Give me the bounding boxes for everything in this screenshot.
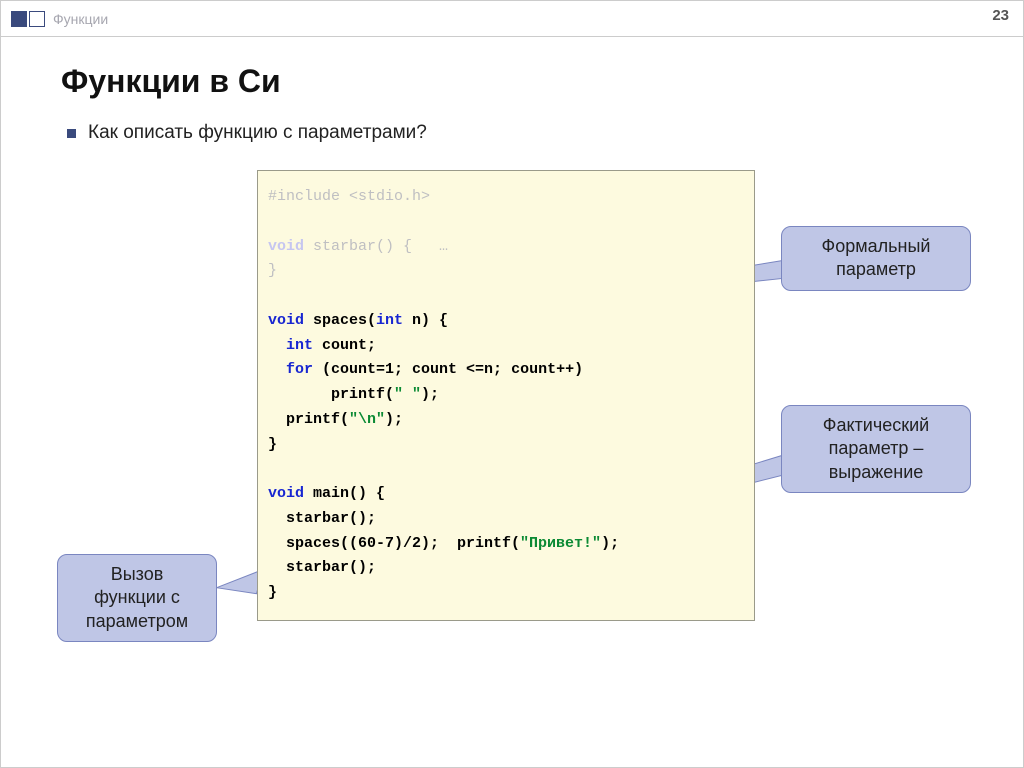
bullet-text: Как описать функцию с параметрами?: [88, 122, 427, 144]
callout-actual-param: Фактический параметр – выражение: [781, 405, 971, 493]
callout-formal-param: Формальный параметр: [781, 226, 971, 291]
code-block: #include <stdio.h> void starbar() { … } …: [257, 170, 755, 621]
bullet-item: Как описать функцию с параметрами?: [67, 122, 999, 144]
section-label: Функции: [53, 11, 108, 27]
page-number: 23: [992, 7, 1009, 24]
callout-function-call: Вызов функции с параметром: [57, 554, 217, 642]
logo-icon: [11, 11, 45, 27]
slide-title: Функции в Си: [61, 63, 999, 100]
bullet-icon: [67, 129, 76, 138]
